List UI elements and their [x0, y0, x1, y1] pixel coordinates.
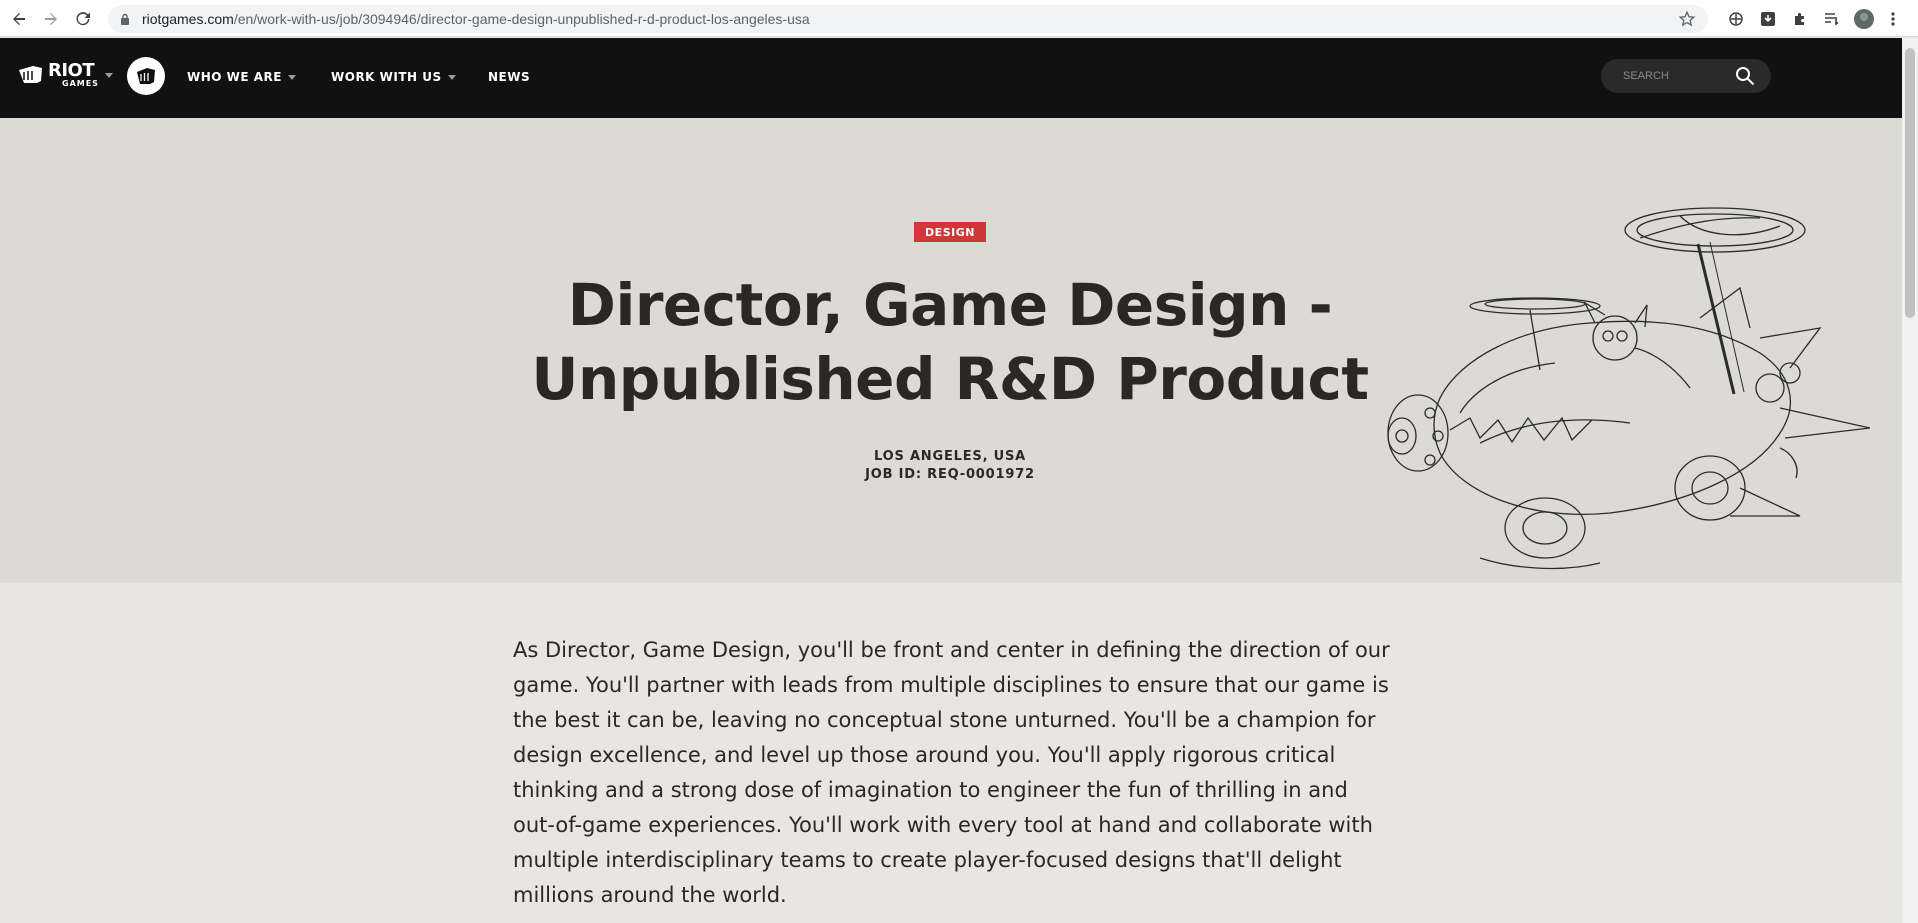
- chevron-down-icon: [288, 74, 296, 80]
- logo-line1: RIOT: [48, 60, 95, 81]
- browser-toolbar: riotgames.com/en/work-with-us/job/309494…: [0, 0, 1918, 37]
- job-location: LOS ANGELES, USA: [873, 449, 1027, 464]
- url-path: /en/work-with-us/job/3094946/director-ga…: [233, 11, 810, 27]
- bookmark-star-icon[interactable]: [1678, 10, 1696, 28]
- back-icon[interactable]: [4, 4, 34, 34]
- job-title-line2: Unpublished R&D Product: [531, 345, 1369, 413]
- logo-line2: GAMES: [62, 79, 99, 88]
- job-meta: LOS ANGELES, USA JOB ID: REQ-0001972: [750, 448, 1150, 484]
- job-id: JOB ID: REQ-0001972: [865, 467, 1035, 482]
- extension-download-icon[interactable]: [1757, 8, 1779, 30]
- scrollbar-thumb[interactable]: [1905, 48, 1915, 318]
- nav-news-label: NEWS: [488, 70, 531, 84]
- nav-work-with-us-label: WORK WITH US: [331, 70, 442, 84]
- logo-wordmark: RIOT GAMES: [48, 62, 99, 88]
- reload-icon[interactable]: [68, 4, 98, 34]
- page-scrollbar[interactable]: [1902, 38, 1918, 923]
- site-search: [1601, 59, 1771, 93]
- browser-menu-icon[interactable]: [1882, 8, 1904, 30]
- nav-who-we-are[interactable]: WHO WE ARE: [187, 70, 296, 84]
- nav-work-with-us[interactable]: WORK WITH US: [331, 70, 456, 84]
- category-tag[interactable]: DESIGN: [914, 222, 986, 242]
- search-icon[interactable]: [1735, 66, 1755, 86]
- riot-games-logo[interactable]: RIOT GAMES: [18, 62, 113, 88]
- job-title-line1: Director, Game Design -: [567, 271, 1333, 339]
- job-title: Director, Game Design - Unpublished R&D …: [500, 268, 1400, 416]
- forward-icon[interactable]: [36, 4, 66, 34]
- riot-fist-badge-icon[interactable]: [127, 57, 165, 95]
- chevron-down-icon: [104, 72, 113, 78]
- url-text: riotgames.com/en/work-with-us/job/309494…: [142, 11, 810, 27]
- url-host: riotgames.com: [142, 11, 234, 27]
- nav-news[interactable]: NEWS: [488, 70, 530, 84]
- reading-list-icon[interactable]: [1821, 8, 1843, 30]
- profile-avatar-icon[interactable]: [1853, 8, 1875, 30]
- lock-icon: [118, 12, 132, 26]
- nav-who-we-are-label: WHO WE ARE: [187, 70, 282, 84]
- job-description: As Director, Game Design, you'll be fron…: [513, 638, 1390, 907]
- extension-move-icon[interactable]: [1725, 8, 1747, 30]
- job-hero: DESIGN Director, Game Design - Unpublish…: [0, 118, 1902, 583]
- extensions-puzzle-icon[interactable]: [1789, 8, 1811, 30]
- address-bar[interactable]: riotgames.com/en/work-with-us/job/309494…: [108, 5, 1708, 33]
- flying-machine-illustration: [1387, 207, 1870, 570]
- search-input[interactable]: [1623, 70, 1723, 82]
- chevron-down-icon: [447, 74, 456, 80]
- riot-fist-icon: [19, 66, 42, 83]
- site-navigation: RIOT GAMES WHO WE ARE WORK WITH US NEWS: [0, 38, 1902, 118]
